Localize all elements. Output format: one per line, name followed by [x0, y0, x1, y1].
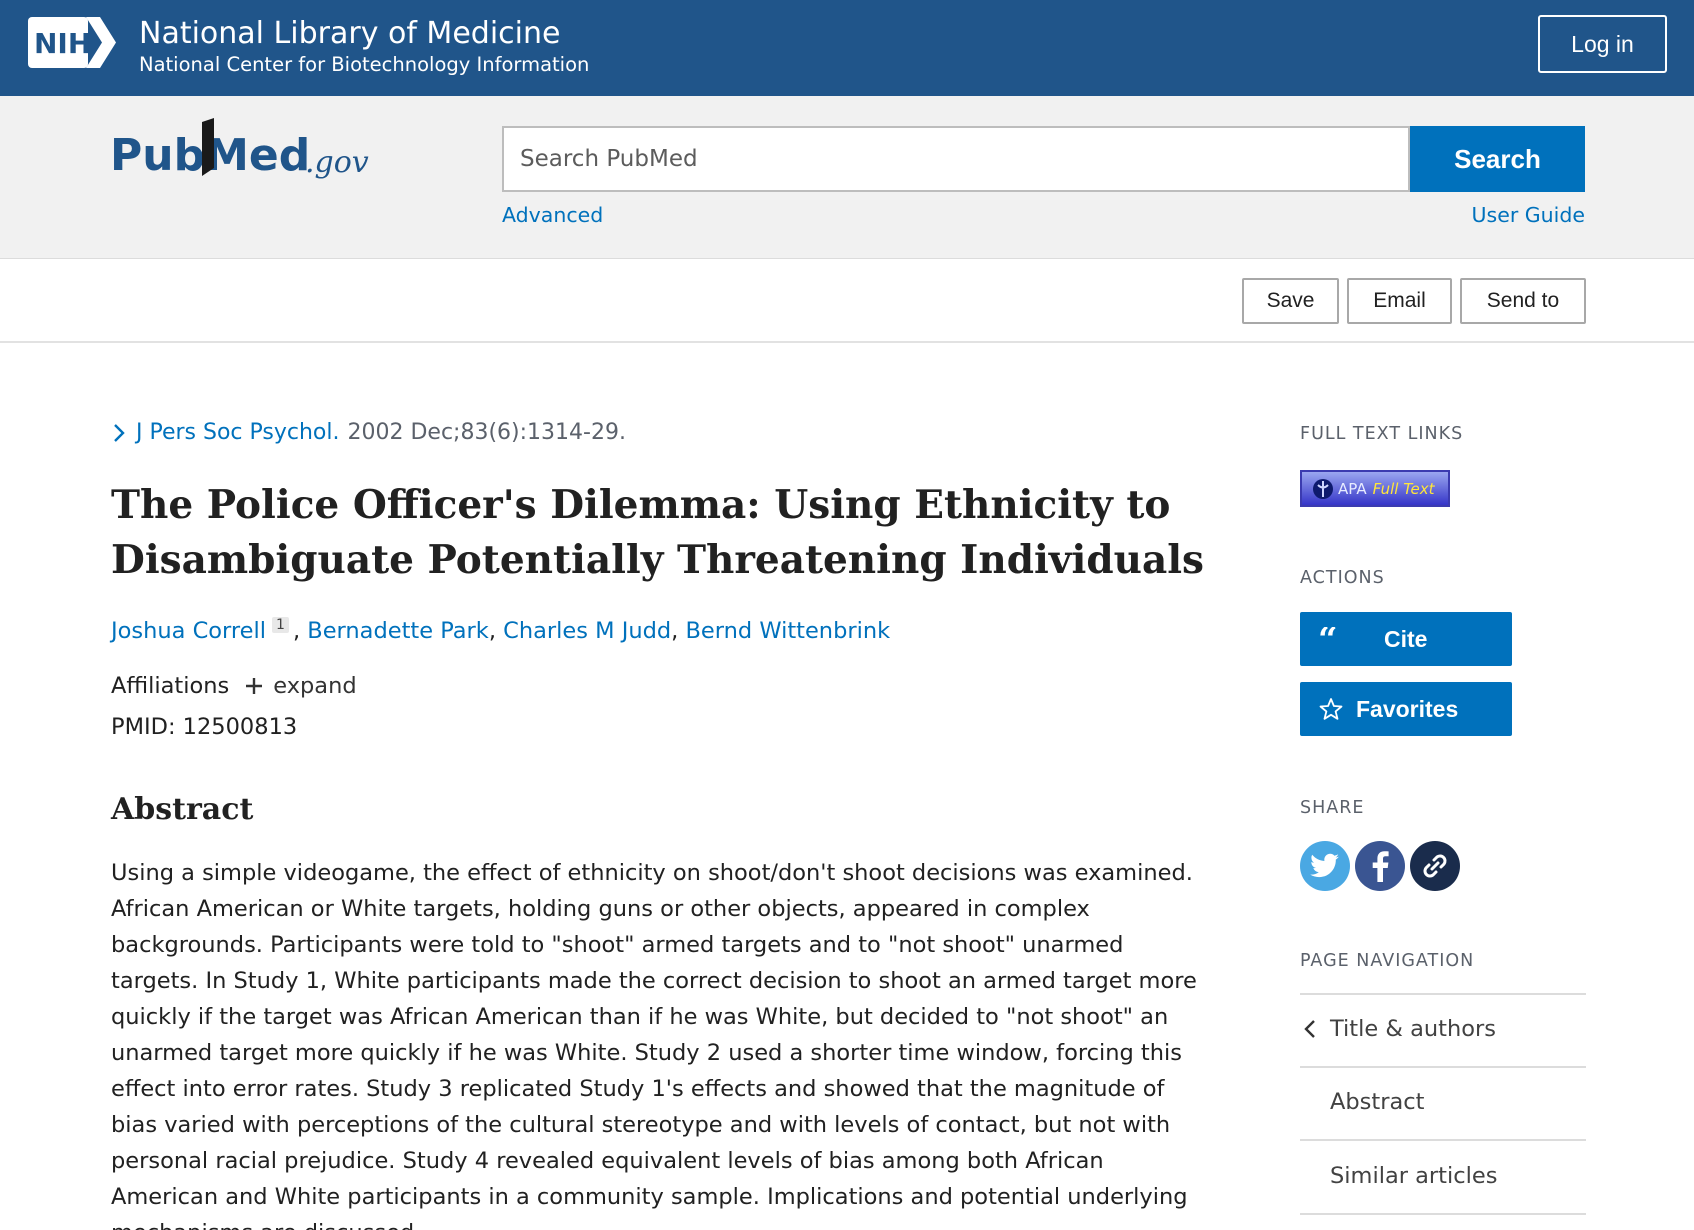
- link-icon: [1423, 854, 1447, 878]
- user-guide-link[interactable]: User Guide: [1472, 203, 1585, 227]
- facebook-share-button[interactable]: [1355, 841, 1405, 891]
- page-nav-similar-articles[interactable]: Similar articles: [1300, 1163, 1586, 1189]
- actions-heading: ACTIONS: [1300, 568, 1385, 588]
- twitter-share-button[interactable]: [1300, 841, 1350, 891]
- article-actions-bar: Save Email Send to: [0, 259, 1694, 343]
- article-title: The Police Officer's Dilemma: Using Ethn…: [111, 482, 1204, 583]
- page-nav-divider: [1300, 1066, 1586, 1068]
- expand-affiliations-toggle[interactable]: expand: [245, 673, 357, 699]
- nih-title[interactable]: National Library of Medicine: [139, 16, 560, 52]
- affiliations-label: Affiliations: [111, 673, 230, 699]
- nih-header: NIH National Library of Medicine Nationa…: [0, 0, 1694, 96]
- pubmed-logo[interactable]: PubMed .gov: [110, 118, 388, 198]
- affiliation-marker[interactable]: 1: [272, 617, 289, 633]
- svg-text:“: “: [1318, 627, 1338, 651]
- affiliations-row: Affiliations expand: [111, 673, 357, 699]
- chevron-left-icon: [1304, 1020, 1315, 1038]
- save-button[interactable]: Save: [1242, 278, 1339, 324]
- page-nav-divider: [1300, 993, 1586, 995]
- star-icon: [1319, 698, 1343, 720]
- abstract-heading: Abstract: [111, 792, 254, 827]
- abstract-text: Using a simple videogame, the effect of …: [111, 860, 1197, 1230]
- journal-link[interactable]: J Pers Soc Psychol.: [136, 420, 339, 445]
- page-nav-label: Similar articles: [1330, 1163, 1498, 1189]
- favorites-label: Favorites: [1356, 695, 1459, 722]
- expand-label: expand: [273, 673, 357, 699]
- author-list: Joshua Correll 1 , Bernadette Park , Cha…: [111, 617, 891, 644]
- share-heading: SHARE: [1300, 798, 1365, 818]
- apa-full-text-label: Full Text: [1372, 479, 1435, 498]
- page-nav-title-authors[interactable]: Title & authors: [1300, 1016, 1586, 1042]
- page-nav-divider: [1300, 1213, 1586, 1215]
- favorites-button[interactable]: Favorites: [1300, 682, 1512, 736]
- citation-details: 2002 Dec;83(6):1314-29.: [347, 420, 626, 445]
- pmid: PMID: 12500813: [111, 714, 298, 740]
- author-link[interactable]: Charles M Judd: [503, 618, 671, 644]
- svg-text:.gov: .gov: [305, 145, 369, 180]
- apa-label: APA: [1338, 479, 1367, 498]
- quote-icon: “: [1318, 627, 1338, 651]
- chevron-right-icon[interactable]: [112, 423, 126, 443]
- apa-full-text-link[interactable]: APA Full Text: [1300, 470, 1450, 507]
- send-to-button[interactable]: Send to: [1460, 278, 1586, 324]
- login-button[interactable]: Log in: [1538, 15, 1667, 73]
- ncbi-subtitle[interactable]: National Center for Biotechnology Inform…: [139, 53, 589, 77]
- page-nav-abstract[interactable]: Abstract: [1300, 1089, 1586, 1115]
- plus-icon: [246, 678, 263, 694]
- email-button[interactable]: Email: [1347, 278, 1452, 324]
- author-link[interactable]: Bernd Wittenbrink: [685, 618, 890, 644]
- svg-text:NIH: NIH: [34, 27, 91, 60]
- page-navigation-heading: PAGE NAVIGATION: [1300, 951, 1475, 971]
- page-nav-label: Abstract: [1330, 1089, 1425, 1115]
- page-nav-divider: [1300, 1139, 1586, 1141]
- search-input[interactable]: [502, 126, 1410, 192]
- cite-button[interactable]: “ Cite: [1300, 612, 1512, 666]
- full-text-links-heading: FULL TEXT LINKS: [1300, 424, 1464, 444]
- search-button[interactable]: Search: [1410, 126, 1585, 192]
- author-link[interactable]: Bernadette Park: [307, 618, 489, 644]
- advanced-search-link[interactable]: Advanced: [502, 203, 603, 227]
- twitter-icon: [1310, 853, 1339, 878]
- page-nav-label: Title & authors: [1330, 1016, 1496, 1042]
- facebook-icon: [1372, 851, 1389, 882]
- search-band: PubMed .gov Search Advanced User Guide: [0, 96, 1694, 259]
- apa-logo-icon: [1313, 478, 1333, 499]
- nih-logo[interactable]: NIH: [28, 15, 116, 70]
- journal-citation: J Pers Soc Psychol. 2002 Dec;83(6):1314-…: [112, 420, 626, 445]
- copy-link-share-button[interactable]: [1410, 841, 1460, 891]
- author-link[interactable]: Joshua Correll: [111, 618, 266, 644]
- cite-label: Cite: [1384, 625, 1428, 652]
